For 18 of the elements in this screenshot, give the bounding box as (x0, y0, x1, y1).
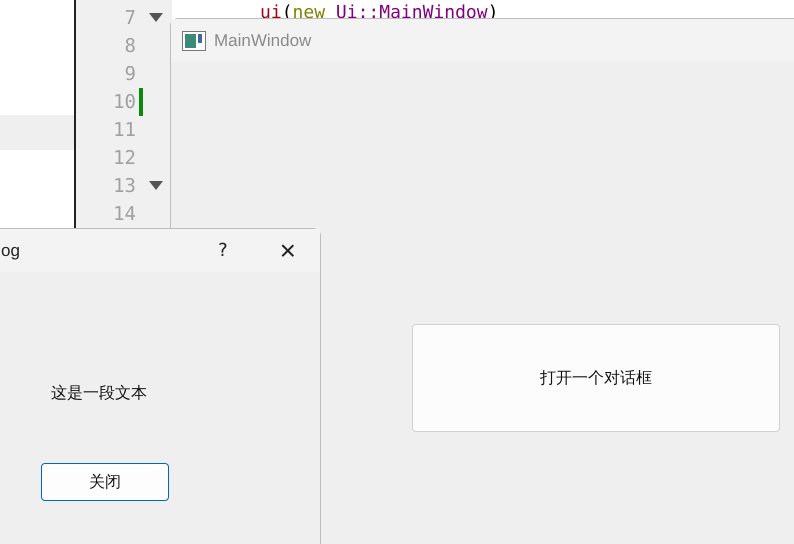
body-text: 这是一段文本 (51, 383, 147, 404)
line-number: 9 (124, 63, 136, 85)
line-number: 12 (112, 147, 136, 169)
open-dialog-button[interactable]: 打开一个对话框 (412, 324, 780, 432)
close-button[interactable]: × (280, 236, 296, 264)
fold-icon[interactable] (149, 13, 163, 23)
line-number: 14 (112, 203, 136, 225)
window-title: MainWindow (214, 30, 312, 50)
close-dialog-button[interactable]: 关闭 (41, 463, 169, 501)
window-icon (182, 30, 206, 50)
line-number: 13 (112, 175, 136, 197)
window-title: og (1, 240, 20, 260)
line-number: 7 (124, 7, 136, 29)
line-number: 11 (112, 119, 136, 141)
line-number: 8 (124, 35, 136, 57)
help-button[interactable]: ? (218, 240, 228, 261)
line-number: 10 (112, 91, 136, 113)
fold-icon[interactable] (149, 181, 163, 191)
